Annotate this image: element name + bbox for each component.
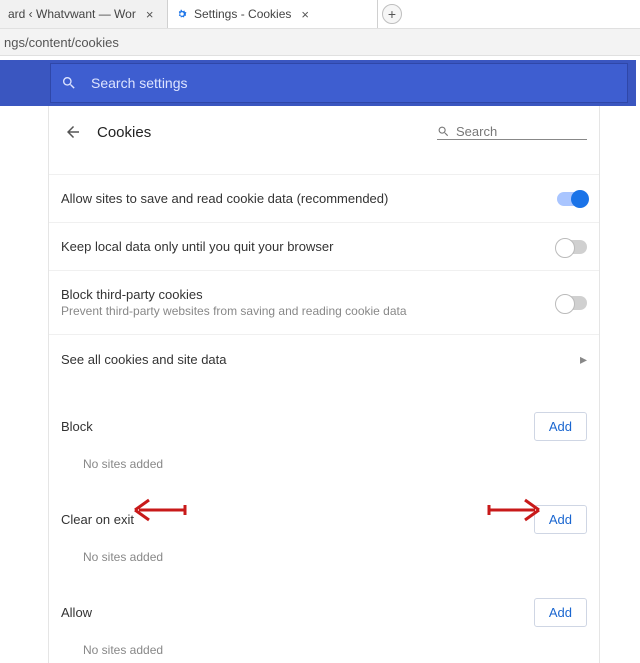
close-icon[interactable]: × bbox=[301, 7, 309, 22]
cookies-panel: Cookies Search Allow sites to save and r… bbox=[48, 106, 600, 663]
tab-label: Settings - Cookies bbox=[194, 7, 291, 21]
row-block-third-party: Block third-party cookies Prevent third-… bbox=[49, 270, 599, 334]
page-title: Cookies bbox=[97, 124, 437, 141]
add-allow-button[interactable]: Add bbox=[534, 598, 587, 627]
block-empty: No sites added bbox=[49, 447, 599, 477]
in-page-search[interactable]: Search bbox=[437, 124, 587, 140]
url-text: ngs/content/cookies bbox=[4, 35, 119, 50]
close-icon[interactable]: × bbox=[146, 7, 154, 22]
row-see-all-cookies[interactable]: See all cookies and site data ▸ bbox=[49, 334, 599, 384]
plus-icon: + bbox=[388, 6, 396, 22]
row-keep-local-until-quit: Keep local data only until you quit your… bbox=[49, 222, 599, 270]
row-label: See all cookies and site data bbox=[61, 352, 580, 367]
tab-strip: ard ‹ Whatvwant — Wor × Settings - Cooki… bbox=[0, 0, 640, 28]
toggle-allow-cookies[interactable] bbox=[557, 192, 587, 206]
panel-header: Cookies Search bbox=[49, 106, 599, 156]
section-block: Block Add bbox=[49, 398, 599, 447]
search-icon bbox=[437, 125, 450, 138]
row-label: Allow sites to save and read cookie data… bbox=[61, 191, 557, 206]
address-bar[interactable]: ngs/content/cookies bbox=[0, 28, 640, 56]
back-button[interactable] bbox=[61, 120, 85, 144]
annotation-arrow-right bbox=[487, 497, 541, 523]
section-title: Allow bbox=[61, 605, 92, 620]
section-allow: Allow Add bbox=[49, 584, 599, 633]
tab-settings-cookies[interactable]: Settings - Cookies × bbox=[168, 0, 378, 28]
section-title: Clear on exit bbox=[61, 512, 134, 527]
search-placeholder: Search bbox=[456, 124, 497, 139]
settings-header: Search settings bbox=[0, 56, 640, 106]
gear-icon bbox=[176, 8, 188, 20]
section-clear-on-exit: Clear on exit Add bbox=[49, 491, 599, 540]
search-icon bbox=[61, 75, 77, 91]
chevron-right-icon: ▸ bbox=[580, 351, 587, 368]
toggle-block-third-party[interactable] bbox=[557, 296, 587, 310]
new-tab-button[interactable]: + bbox=[382, 4, 402, 24]
settings-search-band: Search settings bbox=[0, 60, 636, 106]
row-allow-cookies: Allow sites to save and read cookie data… bbox=[49, 174, 599, 222]
clear-empty: No sites added bbox=[49, 540, 599, 570]
settings-search-placeholder: Search settings bbox=[91, 75, 188, 91]
toggle-keep-local-until-quit[interactable] bbox=[557, 240, 587, 254]
allow-empty: No sites added bbox=[49, 633, 599, 663]
row-sublabel: Prevent third-party websites from saving… bbox=[61, 304, 557, 318]
settings-search-input[interactable]: Search settings bbox=[50, 63, 628, 103]
add-clear-on-exit-button[interactable]: Add bbox=[534, 505, 587, 534]
tab-label: ard ‹ Whatvwant — Wor bbox=[8, 7, 136, 21]
section-title: Block bbox=[61, 419, 93, 434]
add-block-button[interactable]: Add bbox=[534, 412, 587, 441]
row-label: Keep local data only until you quit your… bbox=[61, 239, 557, 254]
tab-whatvwant[interactable]: ard ‹ Whatvwant — Wor × bbox=[0, 0, 168, 28]
new-tab: + bbox=[378, 0, 406, 28]
annotation-arrow-left bbox=[133, 497, 187, 523]
row-label: Block third-party cookies bbox=[61, 287, 557, 302]
